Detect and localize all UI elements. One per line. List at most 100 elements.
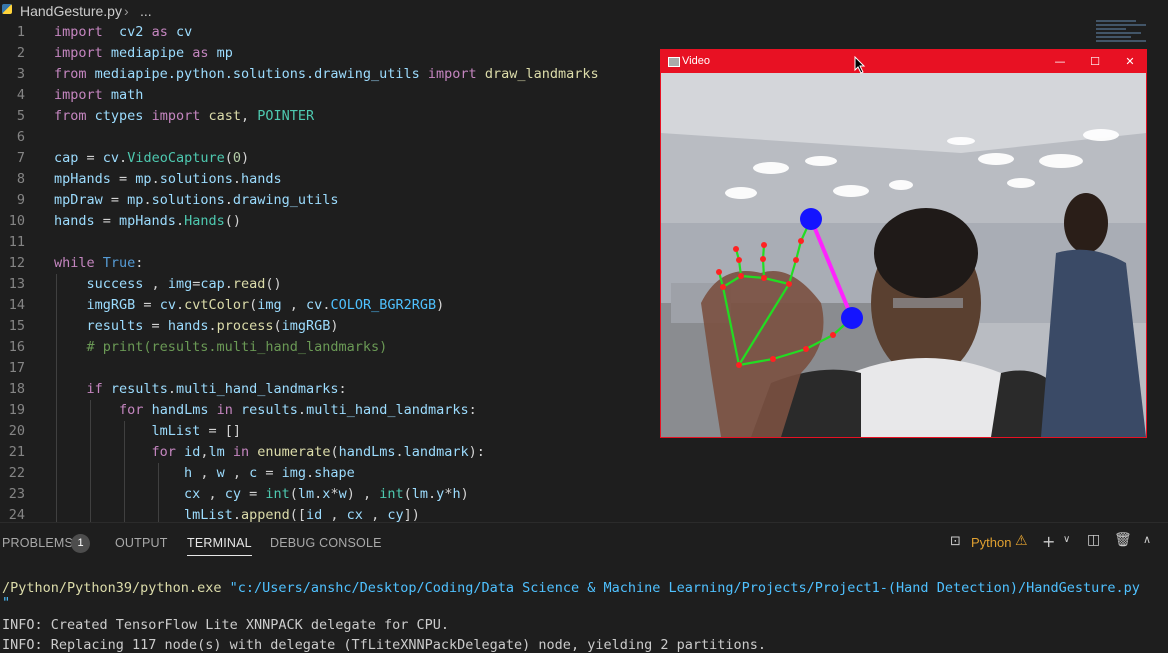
code-line[interactable]: 4 import math (0, 85, 660, 106)
breadcrumb: HandGesture.py › ... (0, 0, 1168, 22)
split-terminal-icon[interactable]: ◫ (1087, 532, 1100, 548)
hand-joint (733, 246, 739, 252)
code-line[interactable]: 10 hands = mpHands.Hands() (0, 211, 660, 232)
code-line[interactable]: 17 (0, 358, 660, 379)
hand-joint (761, 275, 767, 281)
code-text: from mediapipe.python.solutions.drawing_… (54, 66, 599, 82)
code-line[interactable]: 15 results = hands.process(imgRGB) (0, 316, 660, 337)
hand-joint (803, 346, 809, 352)
line-number: 19 (8, 402, 25, 418)
code-line[interactable]: 22 h , w , c = img.shape (0, 463, 660, 484)
line-number: 13 (8, 276, 25, 292)
line-number: 4 (16, 87, 25, 103)
line-number: 22 (8, 465, 25, 481)
tab-output[interactable]: OUTPUT (115, 536, 168, 550)
line-number: 5 (16, 108, 25, 124)
minimize-button[interactable]: — (1045, 52, 1075, 71)
terminal-line: INFO: Replacing 117 node(s) with delegat… (2, 637, 767, 653)
code-text: cap = cv.VideoCapture(0) (54, 150, 250, 166)
hand-joint (736, 257, 742, 263)
code-text: results = hands.process(imgRGB) (86, 318, 339, 334)
code-line[interactable]: 20 lmList = [] (0, 421, 660, 442)
code-text: imgRGB = cv.cvtColor(img , cv.COLOR_BGR2… (86, 297, 445, 313)
code-line[interactable]: 7 cap = cv.VideoCapture(0) (0, 148, 660, 169)
code-line[interactable]: 23 cx , cy = int(lm.x*w) , int(lm.y*h) (0, 484, 660, 505)
video-titlebar[interactable]: Video — ☐ ✕ (661, 50, 1146, 73)
code-line[interactable]: 14 imgRGB = cv.cvtColor(img , cv.COLOR_B… (0, 295, 660, 316)
breadcrumb-more[interactable]: ... (140, 3, 152, 19)
code-text: while True: (54, 255, 144, 271)
code-text: import math (54, 87, 144, 103)
code-line[interactable]: 5 from ctypes import cast, POINTER (0, 106, 660, 127)
code-line[interactable]: 1 import cv2 as cv (0, 22, 660, 43)
hand-joint (761, 242, 767, 248)
webcam-image (661, 73, 1146, 437)
code-text: import cv2 as cv (54, 24, 193, 40)
code-line[interactable]: 8 mpHands = mp.solutions.hands (0, 169, 660, 190)
video-window[interactable]: Video — ☐ ✕ (660, 49, 1147, 438)
hand-joint (830, 332, 836, 338)
breadcrumb-file[interactable]: HandGesture.py (20, 3, 122, 19)
hand-joint (720, 284, 726, 290)
new-terminal-icon[interactable]: + (1042, 532, 1055, 551)
code-line[interactable]: 12 while True: (0, 253, 660, 274)
line-number: 1 (16, 24, 25, 40)
index-tip-marker (800, 208, 822, 230)
chevron-down-icon[interactable]: ∨ (1063, 534, 1070, 545)
hand-joint (770, 356, 776, 362)
code-text: # print(results.multi_hand_landmarks) (86, 339, 388, 355)
hand-joint (793, 257, 799, 263)
bottom-panel: PROBLEMS 1 OUTPUT TERMINAL DEBUG CONSOLE… (0, 522, 1168, 653)
maximize-button[interactable]: ☐ (1080, 52, 1110, 71)
terminal-line: " (2, 595, 11, 611)
line-number: 3 (16, 66, 25, 82)
line-number: 9 (16, 192, 25, 208)
line-number: 7 (16, 150, 25, 166)
line-number: 21 (8, 444, 25, 460)
thumb-tip-marker (841, 307, 863, 329)
hand-joint (798, 238, 804, 244)
trash-icon[interactable]: 🗑 (1114, 532, 1132, 548)
code-text: mpHands = mp.solutions.hands (54, 171, 282, 187)
close-button[interactable]: ✕ (1115, 52, 1145, 71)
tab-debug-console[interactable]: DEBUG CONSOLE (270, 536, 382, 550)
line-number: 20 (8, 423, 25, 439)
webcam-frame (661, 73, 1146, 437)
code-line[interactable]: 6 (0, 127, 660, 148)
video-window-title: Video (682, 55, 710, 67)
code-line[interactable]: 16 # print(results.multi_hand_landmarks) (0, 337, 660, 358)
maximize-panel-icon[interactable]: ∧ (1143, 533, 1151, 546)
code-text: success , img=cap.read() (86, 276, 282, 292)
terminal-line: INFO: Created TensorFlow Lite XNNPACK de… (2, 617, 450, 633)
code-line[interactable]: 2 import mediapipe as mp (0, 43, 660, 64)
code-line[interactable]: 11 (0, 232, 660, 253)
hand-joint (716, 269, 722, 275)
code-text: hands = mpHands.Hands() (54, 213, 241, 229)
code-text: import mediapipe as mp (54, 45, 233, 61)
breadcrumb-separator: › (124, 3, 129, 19)
code-line[interactable]: 13 success , img=cap.read() (0, 274, 660, 295)
line-number: 15 (8, 318, 25, 334)
line-number: 17 (8, 360, 25, 376)
code-text: cx , cy = int(lm.x*w) , int(lm.y*h) (184, 486, 469, 502)
code-line[interactable]: 21 for id,lm in enumerate(handLms.landma… (0, 442, 660, 463)
tab-terminal[interactable]: TERMINAL (187, 536, 252, 556)
line-number: 12 (8, 255, 25, 271)
code-line[interactable]: 19 for handLms in results.multi_hand_lan… (0, 400, 660, 421)
code-text: lmList = [] (151, 423, 241, 439)
code-text: if results.multi_hand_landmarks: (86, 381, 347, 397)
tab-problems[interactable]: PROBLEMS (2, 536, 73, 550)
line-number: 10 (8, 213, 25, 229)
line-number: 2 (16, 45, 25, 61)
code-text: h , w , c = img.shape (184, 465, 355, 481)
code-line[interactable]: 18 if results.multi_hand_landmarks: (0, 379, 660, 400)
terminal-line: /Python/Python39/python.exe "c:/Users/an… (2, 580, 1140, 596)
mouse-cursor-icon (854, 56, 866, 74)
terminal-selector[interactable]: Python (971, 535, 1011, 550)
code-line[interactable]: 9 mpDraw = mp.solutions.drawing_utils (0, 190, 660, 211)
line-number: 23 (8, 486, 25, 502)
line-number: 18 (8, 381, 25, 397)
code-text: from ctypes import cast, POINTER (54, 108, 315, 124)
hand-joint (738, 273, 744, 279)
code-line[interactable]: 3 from mediapipe.python.solutions.drawing… (0, 64, 660, 85)
